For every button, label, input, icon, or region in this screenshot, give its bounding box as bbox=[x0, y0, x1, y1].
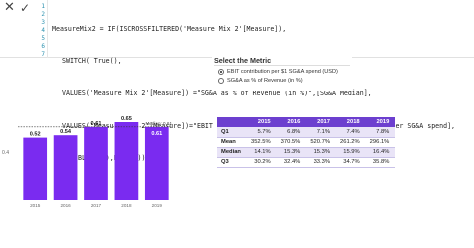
cancel-icon[interactable]: ✕ bbox=[4, 1, 16, 14]
column-header bbox=[217, 117, 247, 127]
data-label: 0.61 bbox=[151, 131, 162, 137]
metric-slicer[interactable]: Select the Metric EBIT contribution per … bbox=[212, 54, 352, 91]
slicer-title: Select the Metric bbox=[214, 56, 272, 65]
slicer-divider bbox=[214, 65, 350, 66]
table-cell: 34.7% bbox=[336, 157, 366, 168]
bar bbox=[23, 137, 48, 200]
data-label: 0.61 bbox=[91, 121, 102, 127]
table-cell: 32.4% bbox=[276, 157, 307, 168]
column-header: 2017 bbox=[306, 117, 336, 127]
table-row: Median 14.1% 15.3% 15.3% 15.9% 16.4% bbox=[217, 147, 396, 158]
line-number: 1 bbox=[41, 3, 45, 10]
slicer-option-label: SG&A as % of Revenue (in %) bbox=[227, 77, 303, 84]
table-header-row: 2015 2016 2017 2018 2019 bbox=[217, 117, 396, 127]
table-cell: 296.1% bbox=[365, 137, 396, 148]
table-cell: 352.5% bbox=[246, 137, 277, 148]
x-tick-label: 2017 bbox=[91, 203, 102, 208]
line-number: 4 bbox=[41, 27, 45, 34]
line-number: 2 bbox=[41, 11, 45, 18]
table-cell: 5.7% bbox=[246, 127, 277, 138]
bar bbox=[53, 135, 78, 200]
table-cell: 7.1% bbox=[306, 127, 336, 138]
radio-selected-icon[interactable] bbox=[218, 68, 224, 75]
line-number-gutter: 1 2 3 4 5 6 7 bbox=[36, 0, 48, 58]
table-cell: 6.8% bbox=[276, 127, 307, 138]
bar bbox=[84, 126, 108, 200]
x-tick-label: 2015 bbox=[30, 203, 41, 208]
y-tick-label: 0.4 bbox=[2, 150, 9, 156]
row-label: Q3 bbox=[217, 157, 247, 168]
table-cell: 30.2% bbox=[246, 157, 277, 168]
formula-editor[interactable]: ✕ ✓ 1 2 3 4 5 6 7 MeasureMix2 = IF(ISCRO… bbox=[0, 0, 474, 162]
table-cell: 7.4% bbox=[336, 127, 366, 138]
table-cell: 15.3% bbox=[306, 147, 336, 158]
table-cell: 33.3% bbox=[306, 157, 336, 168]
commit-icon[interactable]: ✓ bbox=[20, 2, 32, 14]
line-number: 6 bbox=[41, 43, 45, 50]
table-row: Q1 5.7% 6.8% 7.1% 7.4% 7.8% bbox=[217, 127, 396, 138]
bar-chart: 0.4 0.52 2015 0.54 2016 0.61 2017 0.65 2018 0.61 2… bbox=[0, 112, 180, 212]
row-label: Mean bbox=[217, 137, 247, 148]
table-cell: 35.8% bbox=[365, 157, 396, 168]
slicer-option-sga[interactable]: SG&A as % of Revenue (in %) bbox=[218, 76, 303, 85]
data-label: 0.54 bbox=[60, 129, 72, 135]
table-cell: 261.2% bbox=[336, 137, 366, 148]
median-label: Median: 0.61 bbox=[145, 121, 172, 126]
table-cell: 520.7% bbox=[306, 137, 336, 148]
line-number: 3 bbox=[41, 19, 45, 26]
slicer-option-ebit[interactable]: EBIT contribution per $1 SG&A spend (USD… bbox=[218, 67, 338, 76]
bar-chart-svg: 0.4 0.52 2015 0.54 2016 0.61 2017 0.65 2018 0.61 2… bbox=[2, 116, 172, 208]
table-cell: 16.4% bbox=[365, 147, 396, 158]
x-tick-label: 2019 bbox=[152, 203, 163, 208]
table-row: Q3 30.2% 32.4% 33.3% 34.7% 35.8% bbox=[217, 157, 396, 168]
row-label: Median bbox=[217, 147, 247, 158]
table-row: Mean 352.5% 370.5% 520.7% 261.2% 296.1% bbox=[217, 137, 396, 148]
column-header: 2019 bbox=[365, 117, 396, 127]
table-cell: 370.5% bbox=[276, 137, 307, 148]
bar bbox=[114, 122, 139, 200]
line-number: 5 bbox=[41, 35, 45, 42]
row-label: Q1 bbox=[217, 127, 247, 138]
column-header: 2015 bbox=[246, 117, 277, 127]
radio-icon[interactable] bbox=[218, 77, 224, 84]
stats-table: 2015 2016 2017 2018 2019 Q1 5.7% 6.8% 7.… bbox=[217, 117, 396, 168]
slicer-option-label: EBIT contribution per $1 SG&A spend (USD… bbox=[227, 68, 338, 75]
column-header: 2018 bbox=[336, 117, 366, 127]
x-tick-label: 2016 bbox=[60, 203, 71, 208]
data-label: 0.52 bbox=[30, 132, 41, 138]
line-number: 7 bbox=[41, 51, 45, 58]
code-line: MeasureMix2 = IF(ISCROSSFILTERED('Measur… bbox=[52, 24, 287, 33]
table-cell: 15.3% bbox=[276, 147, 307, 158]
table-cell: 7.8% bbox=[365, 127, 396, 138]
column-header: 2016 bbox=[276, 117, 307, 127]
table-cell: 15.9% bbox=[336, 147, 366, 158]
table-cell: 14.1% bbox=[246, 147, 277, 158]
bar bbox=[144, 126, 169, 200]
x-tick-label: 2018 bbox=[121, 203, 132, 208]
data-label: 0.65 bbox=[121, 116, 132, 122]
